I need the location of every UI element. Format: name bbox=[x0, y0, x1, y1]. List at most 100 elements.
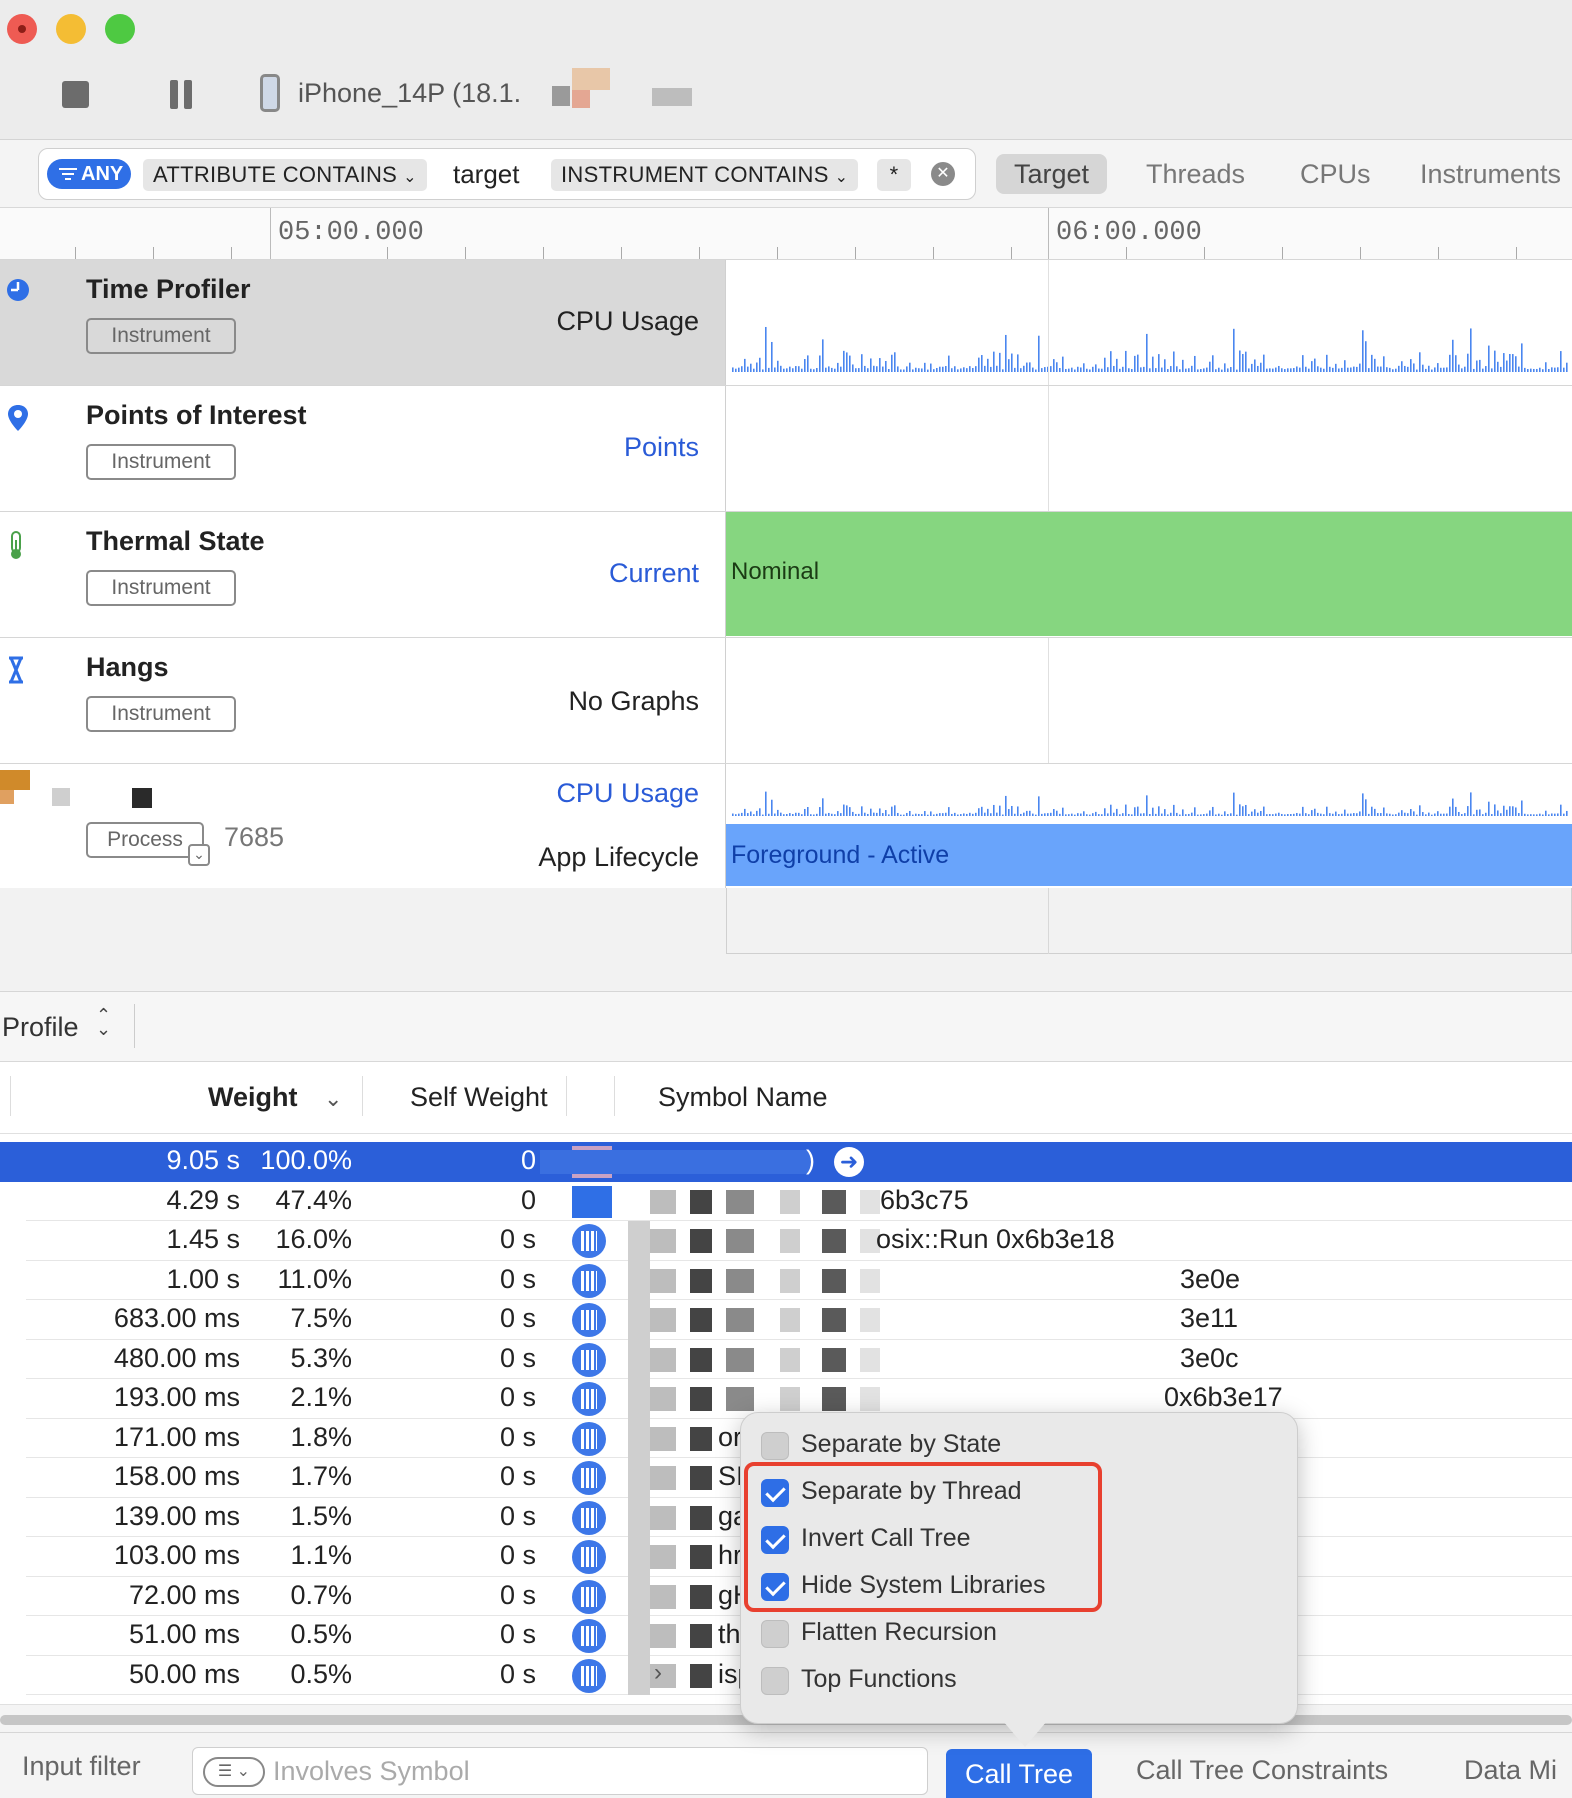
thermal-nominal-band: Nominal bbox=[726, 512, 1572, 636]
weight-cell: 72.00 ms bbox=[128, 1579, 240, 1610]
column-header-symbol-name[interactable]: Symbol Name bbox=[658, 1082, 828, 1113]
attribute-contains-token[interactable]: ATTRIBUTE CONTAINS ⌄ bbox=[143, 159, 427, 191]
checkbox[interactable] bbox=[761, 1620, 789, 1648]
redacted-pixel-block bbox=[780, 1347, 800, 1372]
self-weight-cell: 0 s bbox=[499, 1303, 536, 1333]
track-filter-bar: ANY ATTRIBUTE CONTAINS ⌄ target INSTRUMEN… bbox=[0, 140, 1572, 208]
option-flatten-recursion[interactable]: Flatten Recursion bbox=[761, 1613, 1281, 1653]
instrument-badge: Instrument bbox=[86, 570, 236, 606]
table-row[interactable]: 4.29 s 47.4% 0 6b3c75 bbox=[0, 1182, 1572, 1221]
symbol-name-cell: osix::Run 0x6b3e18 bbox=[876, 1224, 1115, 1254]
stop-recording-button[interactable] bbox=[62, 81, 89, 108]
track-hangs[interactable]: Hangs Instrument No Graphs bbox=[0, 638, 1572, 764]
weight-percent-cell: 16.0% bbox=[275, 1224, 352, 1254]
tab-cpus[interactable]: CPUs bbox=[1300, 154, 1371, 194]
graph-label-points[interactable]: Points bbox=[624, 432, 699, 463]
annotation-highlight-box bbox=[744, 1462, 1102, 1612]
process-graph[interactable]: Foreground - Active bbox=[726, 764, 1572, 889]
redacted-pixel-block bbox=[572, 68, 610, 90]
attribute-value-token[interactable]: target bbox=[453, 157, 520, 191]
graph-label-cpu-usage[interactable]: CPU Usage bbox=[556, 306, 699, 337]
self-weight-cell: 0 s bbox=[499, 1382, 536, 1412]
checkbox[interactable] bbox=[761, 1432, 789, 1460]
disclosure-chevron-icon[interactable]: › bbox=[654, 1659, 662, 1687]
tree-indent-guide bbox=[628, 1576, 650, 1616]
weight-cell: 1.45 s bbox=[166, 1224, 240, 1254]
table-row[interactable]: 480.00 ms 5.3% 0 s 3e0c bbox=[0, 1339, 1572, 1379]
close-window-button[interactable] bbox=[7, 14, 37, 44]
target-device-selector[interactable]: iPhone_14P (18.1. bbox=[298, 78, 521, 109]
redacted-pixel-block bbox=[780, 1387, 800, 1411]
track-time-profiler[interactable]: Time Profiler Instrument CPU Usage bbox=[0, 260, 1572, 386]
track-filter-field[interactable]: ANY ATTRIBUTE CONTAINS ⌄ target INSTRUMEN… bbox=[38, 148, 976, 200]
points-graph[interactable] bbox=[726, 386, 1572, 511]
filter-options-icon[interactable]: ☰ ⌄ bbox=[203, 1757, 265, 1787]
redacted-pixel-block bbox=[822, 1268, 846, 1293]
redacted-pixel-block bbox=[690, 1189, 712, 1214]
redacted-pixel-block bbox=[650, 1426, 676, 1451]
redacted-pixel-block bbox=[860, 1347, 880, 1372]
redacted-pixel-block bbox=[650, 1387, 676, 1411]
symbol-filter-field[interactable]: ☰ ⌄ Involves Symbol bbox=[192, 1747, 928, 1795]
tree-indent-guide bbox=[628, 1339, 650, 1379]
redacted-pixel-block bbox=[780, 1308, 800, 1332]
pause-recording-button[interactable] bbox=[168, 80, 194, 109]
option-separate-by-state[interactable]: Separate by State bbox=[761, 1425, 1281, 1465]
track-thermal-state[interactable]: Thermal State Instrument Current Nominal bbox=[0, 512, 1572, 638]
redacted-pixel-block bbox=[822, 1387, 846, 1411]
tab-instruments[interactable]: Instruments bbox=[1420, 154, 1561, 194]
thermal-state-graph[interactable]: Nominal bbox=[726, 512, 1572, 637]
thread-badge-icon bbox=[572, 1224, 606, 1258]
column-header-weight[interactable]: Weight bbox=[208, 1082, 298, 1113]
cpu-usage-graph[interactable] bbox=[726, 260, 1572, 385]
redacted-pixel-block bbox=[860, 1387, 880, 1411]
minimize-window-button[interactable] bbox=[56, 14, 86, 44]
table-row[interactable]: 1.45 s 16.0% 0 s osix::Run 0x6b3e18 bbox=[0, 1221, 1572, 1261]
zoom-window-button[interactable] bbox=[105, 14, 135, 44]
app-icon-redacted bbox=[0, 770, 30, 790]
checkbox[interactable] bbox=[761, 1667, 789, 1695]
chevron-down-icon[interactable]: ⌄ bbox=[188, 844, 210, 866]
detail-mode-selector[interactable]: Profile bbox=[2, 1012, 79, 1043]
instrument-value-token[interactable]: * bbox=[877, 159, 911, 191]
table-row[interactable]: 9.05 s 100.0% 0) ➜ bbox=[0, 1142, 1572, 1182]
sort-descending-chevron-icon[interactable]: ⌄ bbox=[324, 1086, 342, 1112]
process-badge[interactable]: Process bbox=[86, 822, 204, 858]
tree-indent-guide bbox=[628, 1616, 650, 1656]
timeline-ruler[interactable]: 05:00.000 06:00.000 bbox=[0, 208, 1572, 260]
tab-threads[interactable]: Threads bbox=[1146, 154, 1245, 194]
graph-label-app-lifecycle[interactable]: App Lifecycle bbox=[538, 842, 699, 873]
focus-arrow-icon[interactable]: ➜ bbox=[834, 1147, 864, 1177]
self-weight-cell: 0 s bbox=[499, 1500, 536, 1531]
weight-percent-cell: 1.1% bbox=[290, 1540, 352, 1570]
redacted-pixel-block bbox=[690, 1545, 712, 1569]
column-header-self-weight[interactable]: Self Weight bbox=[410, 1082, 548, 1113]
table-row[interactable]: 1.00 s 11.0% 0 s 3e0e bbox=[0, 1260, 1572, 1300]
redacted-pixel-block bbox=[860, 1308, 880, 1332]
track-points-of-interest[interactable]: Points of Interest Instrument Points bbox=[0, 386, 1572, 512]
redacted-pixel-block bbox=[650, 1189, 676, 1214]
hangs-graph[interactable] bbox=[726, 638, 1572, 763]
filter-mode-any-pill[interactable]: ANY bbox=[47, 159, 131, 189]
data-mining-button[interactable]: Data Mi bbox=[1464, 1755, 1557, 1786]
redacted-pixel-block bbox=[690, 1426, 712, 1451]
option-top-functions[interactable]: Top Functions bbox=[761, 1660, 1281, 1700]
call-tree-constraints-button[interactable]: Call Tree Constraints bbox=[1136, 1755, 1388, 1786]
graph-label-cpu-usage[interactable]: CPU Usage bbox=[556, 778, 699, 809]
call-tree-button[interactable]: Call Tree bbox=[946, 1749, 1092, 1798]
redacted-pixel-block bbox=[780, 1189, 800, 1214]
tree-indent-guide bbox=[628, 1655, 650, 1695]
table-row[interactable]: 683.00 ms 7.5% 0 s 3e11 bbox=[0, 1300, 1572, 1340]
graph-label-no-graphs: No Graphs bbox=[568, 686, 699, 716]
symbol-name-cell: or bbox=[718, 1421, 743, 1452]
clear-filter-icon[interactable]: ✕ bbox=[931, 162, 955, 186]
redacted-pixel-block bbox=[726, 1387, 754, 1411]
tab-target[interactable]: Target bbox=[996, 154, 1108, 194]
up-down-chevron-icon[interactable]: ⌃ ⌄ bbox=[96, 1006, 111, 1038]
instrument-contains-token[interactable]: INSTRUMENT CONTAINS ⌄ bbox=[551, 159, 859, 191]
tree-indent-guide bbox=[628, 1497, 650, 1537]
graph-label-current[interactable]: Current bbox=[609, 558, 699, 589]
track-process[interactable]: Process ⌄ 7685 CPU Usage App Lifecycle F… bbox=[0, 764, 1572, 890]
hourglass-icon bbox=[9, 656, 23, 684]
redacted-pixel-block bbox=[822, 1308, 846, 1332]
